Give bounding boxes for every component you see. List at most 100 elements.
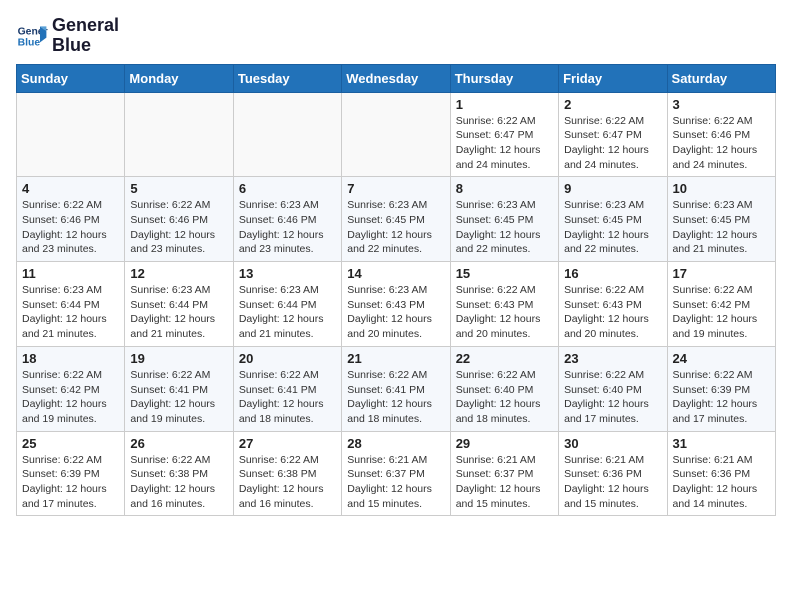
day-info: Sunrise: 6:21 AMSunset: 6:36 PMDaylight:… [673,453,770,512]
calendar-cell: 22 Sunrise: 6:22 AMSunset: 6:40 PMDayligh… [450,346,558,431]
day-info: Sunrise: 6:22 AMSunset: 6:47 PMDaylight:… [564,114,661,173]
calendar-cell [125,92,233,177]
day-number: 31 [673,436,770,451]
calendar-cell: 15 Sunrise: 6:22 AMSunset: 6:43 PMDayligh… [450,262,558,347]
header-sunday: Sunday [17,64,125,92]
calendar-week-row: 1 Sunrise: 6:22 AMSunset: 6:47 PMDaylight… [17,92,776,177]
day-number: 25 [22,436,119,451]
day-number: 15 [456,266,553,281]
day-number: 4 [22,181,119,196]
day-number: 19 [130,351,227,366]
day-number: 10 [673,181,770,196]
calendar-cell: 1 Sunrise: 6:22 AMSunset: 6:47 PMDaylight… [450,92,558,177]
calendar-cell: 23Sunrise: 6:22 AMSunset: 6:40 PMDayligh… [559,346,667,431]
day-info: Sunrise: 6:22 AMSunset: 6:40 PMDaylight:… [456,368,553,427]
calendar-header-row: SundayMondayTuesdayWednesdayThursdayFrid… [17,64,776,92]
day-info: Sunrise: 6:22 AMSunset: 6:39 PMDaylight:… [673,368,770,427]
day-number: 27 [239,436,336,451]
calendar-cell: 25 Sunrise: 6:22 AMSunset: 6:39 PMDayligh… [17,431,125,516]
svg-text:Blue: Blue [18,37,41,48]
day-info: Sunrise: 6:22 AMSunset: 6:46 PMDaylight:… [673,114,770,173]
day-number: 22 [456,351,553,366]
calendar-table: SundayMondayTuesdayWednesdayThursdayFrid… [16,64,776,517]
header-wednesday: Wednesday [342,64,450,92]
day-number: 2 [564,97,661,112]
day-number: 1 [456,97,553,112]
calendar-cell: 20 Sunrise: 6:22 AMSunset: 6:41 PMDayligh… [233,346,341,431]
calendar-cell: 6 Sunrise: 6:23 AMSunset: 6:46 PMDaylight… [233,177,341,262]
day-info: Sunrise: 6:22 AMSunset: 6:41 PMDaylight:… [130,368,227,427]
calendar-cell: 26 Sunrise: 6:22 AMSunset: 6:38 PMDayligh… [125,431,233,516]
day-number: 17 [673,266,770,281]
calendar-cell: 21 Sunrise: 6:22 AMSunset: 6:41 PMDayligh… [342,346,450,431]
calendar-week-row: 18Sunrise: 6:22 AMSunset: 6:42 PMDayligh… [17,346,776,431]
day-info: Sunrise: 6:23 AMSunset: 6:44 PMDaylight:… [22,283,119,342]
day-number: 23 [564,351,661,366]
day-info: Sunrise: 6:22 AMSunset: 6:42 PMDaylight:… [673,283,770,342]
logo: General Blue General Blue [16,16,119,56]
day-info: Sunrise: 6:23 AMSunset: 6:45 PMDaylight:… [673,198,770,257]
day-number: 9 [564,181,661,196]
logo-text-blue: Blue [52,36,119,56]
calendar-cell: 16 Sunrise: 6:22 AMSunset: 6:43 PMDayligh… [559,262,667,347]
page-header: General Blue General Blue [16,16,776,56]
day-info: Sunrise: 6:22 AMSunset: 6:43 PMDaylight:… [456,283,553,342]
day-info: Sunrise: 6:22 AMSunset: 6:42 PMDaylight:… [22,368,119,427]
header-tuesday: Tuesday [233,64,341,92]
calendar-cell: 24 Sunrise: 6:22 AMSunset: 6:39 PMDayligh… [667,346,775,431]
day-info: Sunrise: 6:23 AMSunset: 6:43 PMDaylight:… [347,283,444,342]
day-info: Sunrise: 6:21 AMSunset: 6:37 PMDaylight:… [456,453,553,512]
day-number: 21 [347,351,444,366]
calendar-cell: 27 Sunrise: 6:22 AMSunset: 6:38 PMDayligh… [233,431,341,516]
calendar-cell: 14Sunrise: 6:23 AMSunset: 6:43 PMDayligh… [342,262,450,347]
calendar-cell: 28 Sunrise: 6:21 AMSunset: 6:37 PMDayligh… [342,431,450,516]
header-thursday: Thursday [450,64,558,92]
calendar-cell: 3 Sunrise: 6:22 AMSunset: 6:46 PMDaylight… [667,92,775,177]
day-info: Sunrise: 6:22 AMSunset: 6:38 PMDaylight:… [130,453,227,512]
day-number: 12 [130,266,227,281]
calendar-week-row: 4 Sunrise: 6:22 AMSunset: 6:46 PMDaylight… [17,177,776,262]
day-number: 5 [130,181,227,196]
day-info: Sunrise: 6:23 AMSunset: 6:44 PMDaylight:… [130,283,227,342]
calendar-cell: 5 Sunrise: 6:22 AMSunset: 6:46 PMDaylight… [125,177,233,262]
day-number: 6 [239,181,336,196]
calendar-cell: 30Sunrise: 6:21 AMSunset: 6:36 PMDayligh… [559,431,667,516]
calendar-cell: 7 Sunrise: 6:23 AMSunset: 6:45 PMDaylight… [342,177,450,262]
day-info: Sunrise: 6:22 AMSunset: 6:41 PMDaylight:… [239,368,336,427]
calendar-cell: 2 Sunrise: 6:22 AMSunset: 6:47 PMDaylight… [559,92,667,177]
day-info: Sunrise: 6:21 AMSunset: 6:36 PMDaylight:… [564,453,661,512]
day-number: 28 [347,436,444,451]
header-monday: Monday [125,64,233,92]
day-info: Sunrise: 6:22 AMSunset: 6:43 PMDaylight:… [564,283,661,342]
day-info: Sunrise: 6:22 AMSunset: 6:47 PMDaylight:… [456,114,553,173]
calendar-cell: 9 Sunrise: 6:23 AMSunset: 6:45 PMDaylight… [559,177,667,262]
calendar-cell: 8Sunrise: 6:23 AMSunset: 6:45 PMDaylight… [450,177,558,262]
day-info: Sunrise: 6:22 AMSunset: 6:38 PMDaylight:… [239,453,336,512]
day-info: Sunrise: 6:22 AMSunset: 6:46 PMDaylight:… [22,198,119,257]
day-info: Sunrise: 6:22 AMSunset: 6:46 PMDaylight:… [130,198,227,257]
day-info: Sunrise: 6:23 AMSunset: 6:44 PMDaylight:… [239,283,336,342]
day-number: 26 [130,436,227,451]
day-number: 24 [673,351,770,366]
calendar-cell: 12 Sunrise: 6:23 AMSunset: 6:44 PMDayligh… [125,262,233,347]
calendar-week-row: 25 Sunrise: 6:22 AMSunset: 6:39 PMDayligh… [17,431,776,516]
calendar-cell: 10 Sunrise: 6:23 AMSunset: 6:45 PMDayligh… [667,177,775,262]
day-number: 7 [347,181,444,196]
day-number: 20 [239,351,336,366]
calendar-cell: 17 Sunrise: 6:22 AMSunset: 6:42 PMDayligh… [667,262,775,347]
header-friday: Friday [559,64,667,92]
day-info: Sunrise: 6:22 AMSunset: 6:39 PMDaylight:… [22,453,119,512]
day-info: Sunrise: 6:21 AMSunset: 6:37 PMDaylight:… [347,453,444,512]
logo-text-general: General [52,16,119,36]
calendar-cell: 29 Sunrise: 6:21 AMSunset: 6:37 PMDayligh… [450,431,558,516]
header-saturday: Saturday [667,64,775,92]
day-info: Sunrise: 6:23 AMSunset: 6:46 PMDaylight:… [239,198,336,257]
day-info: Sunrise: 6:22 AMSunset: 6:41 PMDaylight:… [347,368,444,427]
day-info: Sunrise: 6:23 AMSunset: 6:45 PMDaylight:… [564,198,661,257]
calendar-week-row: 11Sunrise: 6:23 AMSunset: 6:44 PMDayligh… [17,262,776,347]
day-info: Sunrise: 6:23 AMSunset: 6:45 PMDaylight:… [347,198,444,257]
calendar-cell [233,92,341,177]
day-number: 16 [564,266,661,281]
day-number: 29 [456,436,553,451]
day-number: 3 [673,97,770,112]
